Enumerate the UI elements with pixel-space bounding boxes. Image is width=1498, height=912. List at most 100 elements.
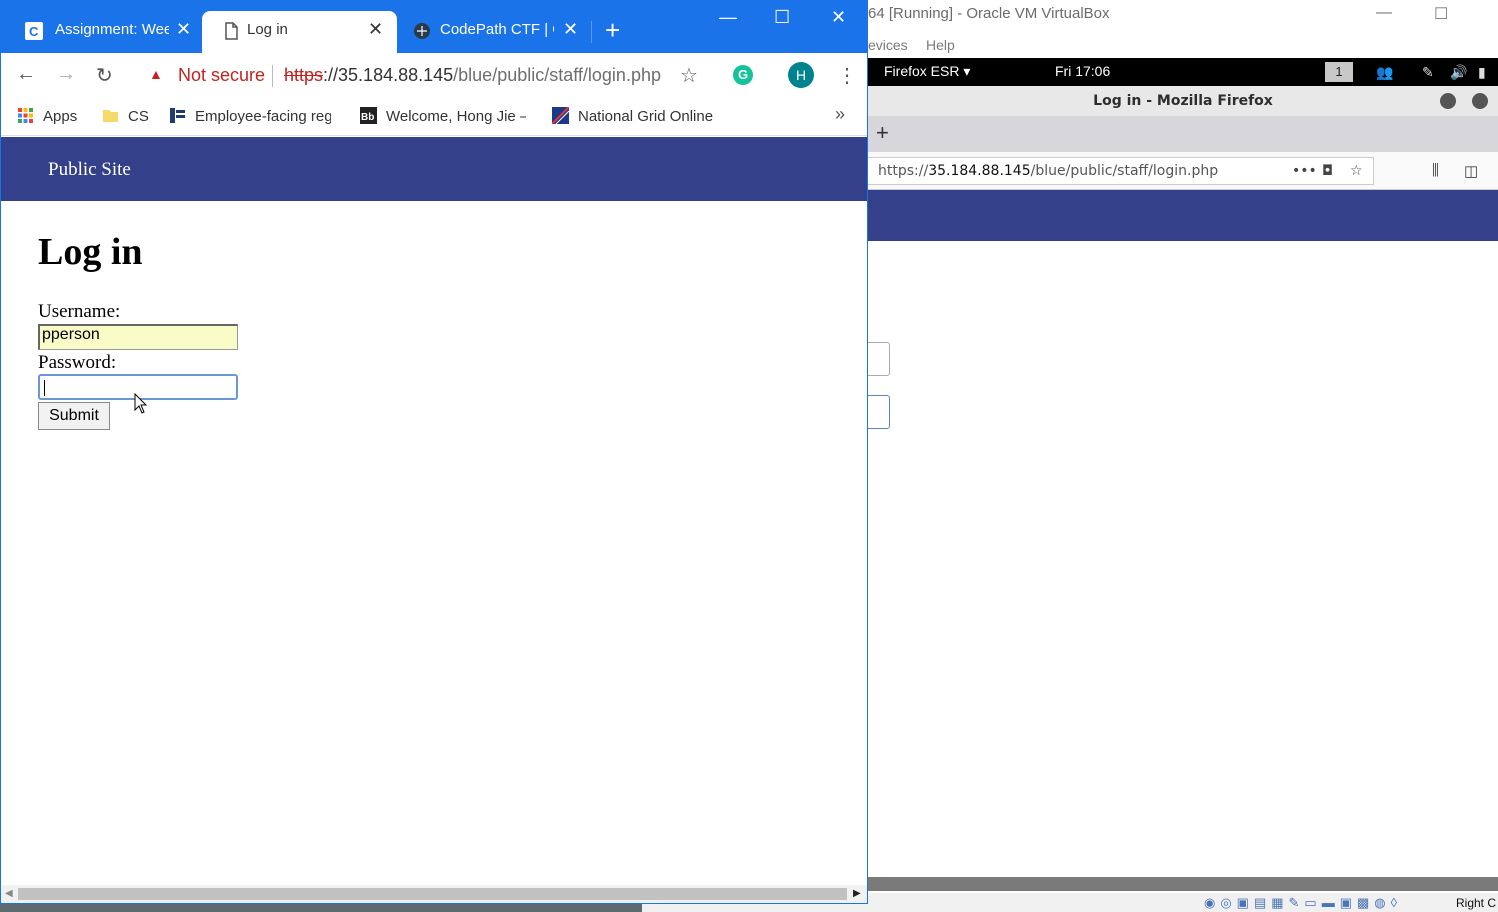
site-name-link[interactable]: Public Site [48, 159, 131, 181]
tab-label: Assignment: Wee [55, 21, 169, 38]
scroll-right-icon[interactable]: ▶ [853, 888, 861, 899]
close-tab-icon[interactable]: ✕ [176, 19, 191, 40]
bookmark-apps[interactable]: Apps [17, 107, 77, 125]
workspace-indicator[interactable]: 1 [1325, 62, 1353, 82]
firefox-url-path: /blue/public/staff/login.php [1030, 163, 1219, 179]
firefox-minimize-icon[interactable] [1440, 93, 1456, 109]
close-tab-icon[interactable]: ✕ [368, 19, 383, 40]
desktop-background [0, 904, 642, 912]
reload-icon[interactable]: ↻ [96, 63, 113, 88]
firefox-url-prefix: https:// [878, 163, 929, 179]
tab-label: CodePath CTF | G [440, 21, 554, 38]
bookmark-welcome[interactable]: Bb Welcome, Hong Jie – [360, 107, 526, 125]
firefox-app-menu[interactable]: Firefox ESR ▾ [884, 63, 970, 80]
firefox-url-host: 35.184.88.145 [928, 163, 1031, 179]
firefox-tabstrip: + [868, 116, 1498, 152]
canvas-favicon-icon: C [25, 22, 43, 40]
app-menu-label: Firefox ESR [884, 63, 960, 79]
pocket-icon[interactable]: ◘ [1322, 158, 1333, 184]
chrome-window: C Assignment: Wee ✕ Log in ✕ CodePath CT… [0, 0, 868, 904]
url-scheme: https [284, 65, 324, 85]
url-host: ://35.184.88.145 [323, 65, 454, 85]
bookmark-label: Employee-facing reg [195, 108, 331, 125]
username-value: pperson [42, 326, 100, 343]
tab-strip: C Assignment: Wee ✕ Log in ✕ CodePath CT… [1, 1, 867, 53]
maximize-icon[interactable]: ☐ [1434, 4, 1448, 24]
folder-icon [103, 110, 118, 122]
page-actions-icon[interactable]: ••• [1292, 158, 1317, 184]
guest-scrollbar[interactable] [868, 877, 1498, 891]
bookmark-star-icon[interactable]: ☆ [680, 63, 698, 88]
new-tab-icon[interactable]: + [876, 120, 889, 146]
host-key-label: Right C [1456, 896, 1497, 910]
bookmark-label: Welcome, Hong Jie – [386, 108, 526, 125]
minimize-icon[interactable]: — [719, 7, 737, 28]
chrome-toolbar: ← → ↻ ▲ Not secure https://35.184.88.145… [1, 53, 867, 98]
minimize-icon[interactable]: — [1376, 4, 1392, 22]
scrollbar-thumb[interactable] [18, 888, 847, 900]
guest-top-bar: Firefox ESR ▾ Fri 17:06 1 👥 ✎ 🔊 ▮ [868, 58, 1498, 86]
submit-button[interactable]: Submit [38, 402, 110, 430]
bookmark-label: National Grid Online [578, 108, 714, 125]
password-label: Password: [38, 352, 117, 373]
tab-login[interactable]: Log in ✕ [202, 11, 397, 53]
virtualbox-statusbar: ◉◎▣▤▦✎▭▬▣▩◍◊ Right C [868, 893, 1498, 912]
svg-text:C: C [29, 24, 39, 39]
bookmark-label: Apps [43, 108, 78, 125]
volume-icon: 🔊 [1450, 64, 1468, 80]
profile-avatar[interactable]: H [788, 62, 814, 88]
virtualbox-title: 64 [Running] - Oracle VM VirtualBox [868, 5, 1110, 22]
omnibox-divider [272, 65, 273, 87]
firefox-titlebar: Log in - Mozilla Firefox [868, 86, 1498, 116]
username-label: Username: [38, 301, 121, 322]
bookmark-label: CS [128, 108, 149, 125]
omnibox-url[interactable]: https://35.184.88.145/blue/public/staff/… [284, 65, 661, 86]
tab-label: Log in [247, 21, 288, 38]
bookmark-cs[interactable]: CS [102, 107, 149, 125]
menu-kebab-icon[interactable]: ⋮ [837, 63, 857, 88]
page-favicon-icon [225, 22, 238, 40]
forward-icon[interactable]: → [56, 63, 76, 86]
mouse-cursor-icon [134, 393, 148, 414]
codepath-favicon-icon [414, 23, 430, 39]
pen-icon: ✎ [1422, 64, 1434, 80]
menu-devices[interactable]: evices [868, 37, 908, 53]
blackboard-icon: Bb [360, 107, 377, 124]
bookmark-national-grid[interactable]: National Grid Online [552, 107, 714, 125]
firefox-url-bar[interactable]: https://35.184.88.145/blue/public/staff/… [868, 157, 1374, 185]
close-tab-icon[interactable]: ✕ [563, 19, 578, 40]
tab-separator [591, 21, 592, 43]
site-header: Public Site [1, 137, 867, 201]
menu-help[interactable]: Help [926, 37, 955, 53]
page-content: Public Site Log in Username: pperson Pas… [1, 137, 867, 885]
guest-clock[interactable]: Fri 17:06 [1055, 63, 1110, 79]
back-icon[interactable]: ← [16, 63, 36, 86]
url-path: /blue/public/staff/login.php [453, 65, 661, 85]
close-icon[interactable]: ✕ [831, 7, 846, 28]
bookmark-star-icon[interactable]: ☆ [1350, 158, 1363, 184]
sidebar-icon[interactable]: ◫ [1464, 162, 1478, 180]
chevron-down-icon: ▾ [963, 63, 971, 79]
bookmark-employee[interactable]: Employee-facing reg [169, 107, 331, 125]
firefox-maximize-icon[interactable] [1472, 93, 1488, 109]
firefox-window-title: Log in - Mozilla Firefox [1093, 93, 1273, 109]
bookmarks-bar: Apps CS Employee-facing reg Bb Welcome, H… [1, 98, 867, 136]
warning-icon[interactable]: ▲ [149, 66, 163, 82]
tab-codepath[interactable]: CodePath CTF | G ✕ [398, 11, 588, 53]
scroll-left-icon[interactable]: ◀ [5, 888, 13, 899]
text-caret [44, 380, 45, 396]
new-tab-icon[interactable]: + [605, 17, 620, 43]
maximize-icon[interactable]: ☐ [774, 7, 790, 28]
library-icon[interactable]: ⫼ [1432, 162, 1439, 179]
site-favicon [170, 108, 185, 123]
battery-icon: ▮ [1478, 64, 1486, 80]
tab-assignment[interactable]: C Assignment: Wee ✕ [5, 11, 201, 53]
not-secure-label[interactable]: Not secure [178, 65, 265, 86]
horizontal-scrollbar[interactable]: ◀ ▶ [1, 885, 867, 903]
guest-site-header [868, 190, 1498, 241]
bookmarks-overflow-button[interactable]: » [835, 104, 845, 125]
device-status-icons[interactable]: ◉◎▣▤▦✎▭▬▣▩◍◊ [1204, 895, 1402, 911]
username-input[interactable]: pperson [38, 324, 238, 350]
virtualbox-window: 64 [Running] - Oracle VM VirtualBox — ☐ … [858, 0, 1498, 912]
grammarly-icon[interactable]: G [733, 65, 753, 85]
